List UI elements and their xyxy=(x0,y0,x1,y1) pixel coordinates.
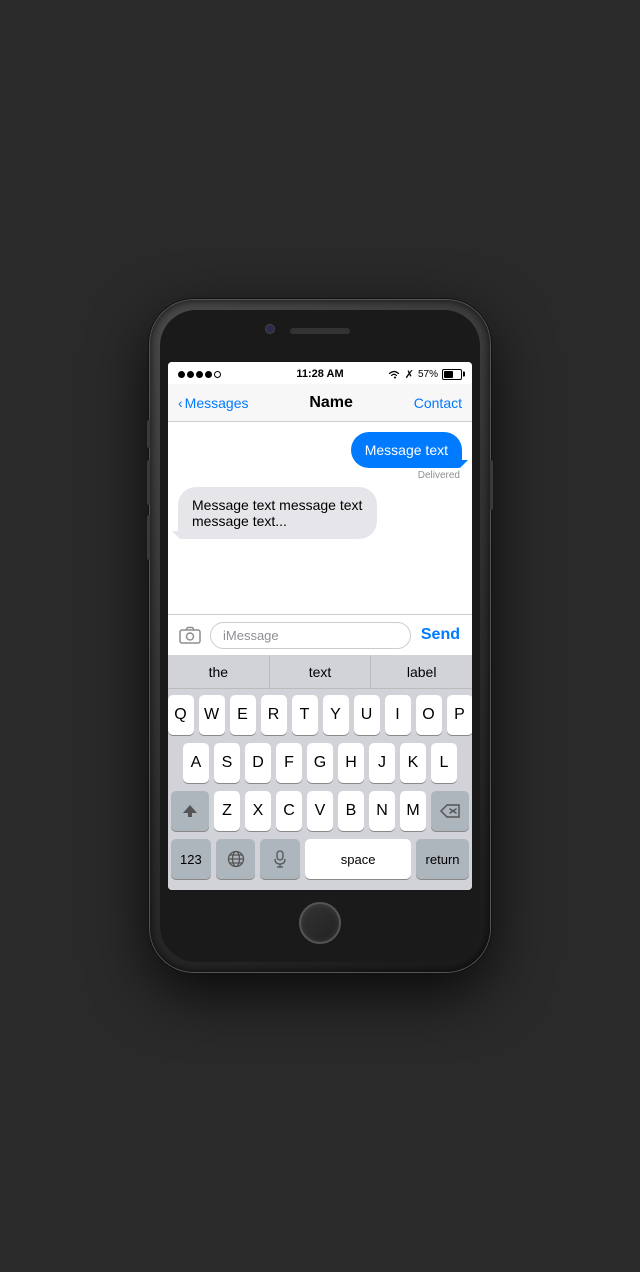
signal-dot-5 xyxy=(214,371,221,378)
key-row-2: A S D F G H J K L xyxy=(171,743,469,783)
autocomplete-the[interactable]: the xyxy=(168,655,270,688)
autocomplete-text[interactable]: text xyxy=(270,655,372,688)
nav-bar: ‹ Messages Name Contact xyxy=(168,384,472,422)
bluetooth-icon: ✗ xyxy=(405,368,414,381)
status-bar: 11:28 AM ✗ 57% xyxy=(168,362,472,384)
message-received: Message text message text message text..… xyxy=(178,487,377,539)
contact-button[interactable]: Contact xyxy=(414,395,462,411)
earpiece-speaker xyxy=(290,328,350,334)
key-p[interactable]: P xyxy=(447,695,473,735)
received-message-text: Message text message text message text..… xyxy=(192,497,362,529)
signal-dot-2 xyxy=(187,371,194,378)
space-key[interactable]: space xyxy=(305,839,411,879)
key-b[interactable]: B xyxy=(338,791,364,831)
back-button[interactable]: ‹ Messages xyxy=(178,395,248,411)
camera-button[interactable] xyxy=(176,621,204,649)
battery-icon xyxy=(442,369,462,380)
key-k[interactable]: K xyxy=(400,743,426,783)
message-sent: Message text Delivered xyxy=(351,432,462,481)
key-w[interactable]: W xyxy=(199,695,225,735)
back-label: Messages xyxy=(185,395,249,411)
key-q[interactable]: Q xyxy=(168,695,194,735)
home-button[interactable] xyxy=(299,902,341,944)
received-bubble: Message text message text message text..… xyxy=(178,487,377,539)
screen: 11:28 AM ✗ 57% xyxy=(168,362,472,890)
messages-area: Message text Delivered Message text mess… xyxy=(168,422,472,614)
key-d[interactable]: D xyxy=(245,743,271,783)
signal-dot-4 xyxy=(205,371,212,378)
status-time: 11:28 AM xyxy=(296,368,343,380)
key-row-1: Q W E R T Y U I O P xyxy=(171,695,469,735)
key-l[interactable]: L xyxy=(431,743,457,783)
key-u[interactable]: U xyxy=(354,695,380,735)
volume-up-button[interactable] xyxy=(147,460,150,505)
key-x[interactable]: X xyxy=(245,791,271,831)
power-button[interactable] xyxy=(490,460,493,510)
signal-dot-3 xyxy=(196,371,203,378)
signal-indicators xyxy=(178,371,221,378)
mic-key[interactable] xyxy=(260,839,300,879)
received-bubble-tail xyxy=(172,531,180,539)
globe-icon xyxy=(227,850,245,868)
key-z[interactable]: Z xyxy=(214,791,240,831)
sent-bubble: Message text xyxy=(351,432,462,468)
phone-device: 11:28 AM ✗ 57% xyxy=(150,300,490,972)
message-input[interactable]: iMessage xyxy=(210,622,411,649)
return-key[interactable]: return xyxy=(416,839,469,879)
key-row-4: 123 xyxy=(171,839,469,879)
input-area: iMessage Send xyxy=(168,614,472,655)
key-m[interactable]: M xyxy=(400,791,426,831)
battery-percent: 57% xyxy=(418,369,438,380)
status-right: ✗ 57% xyxy=(387,368,462,381)
battery-fill xyxy=(444,371,453,378)
shift-key[interactable] xyxy=(171,791,209,831)
autocomplete-label[interactable]: label xyxy=(371,655,472,688)
sent-message-text: Message text xyxy=(365,442,448,458)
keys-area: Q W E R T Y U I O P A S xyxy=(168,689,472,890)
key-a[interactable]: A xyxy=(183,743,209,783)
nav-title: Name xyxy=(309,394,353,412)
key-t[interactable]: T xyxy=(292,695,318,735)
send-button[interactable]: Send xyxy=(417,626,464,644)
phone-inner: 11:28 AM ✗ 57% xyxy=(160,310,480,962)
key-c[interactable]: C xyxy=(276,791,302,831)
shift-icon xyxy=(182,803,198,819)
key-r[interactable]: R xyxy=(261,695,287,735)
sent-bubble-tail xyxy=(460,460,468,468)
key-v[interactable]: V xyxy=(307,791,333,831)
key-g[interactable]: G xyxy=(307,743,333,783)
key-row-3: Z X C V B N M xyxy=(171,791,469,831)
key-e[interactable]: E xyxy=(230,695,256,735)
wifi-icon xyxy=(387,369,401,380)
key-i[interactable]: I xyxy=(385,695,411,735)
mute-switch[interactable] xyxy=(147,420,150,448)
signal-dot-1 xyxy=(178,371,185,378)
key-h[interactable]: H xyxy=(338,743,364,783)
key-s[interactable]: S xyxy=(214,743,240,783)
input-placeholder: iMessage xyxy=(223,628,279,643)
numbers-key[interactable]: 123 xyxy=(171,839,211,879)
autocomplete-bar: the text label xyxy=(168,655,472,689)
camera-icon xyxy=(179,626,201,644)
delivered-status: Delivered xyxy=(418,470,460,481)
front-camera xyxy=(265,324,275,334)
key-j[interactable]: J xyxy=(369,743,395,783)
keyboard: the text label Q W E R T Y U I xyxy=(168,655,472,890)
backspace-icon xyxy=(440,804,460,818)
backspace-key[interactable] xyxy=(431,791,469,831)
key-f[interactable]: F xyxy=(276,743,302,783)
key-o[interactable]: O xyxy=(416,695,442,735)
key-y[interactable]: Y xyxy=(323,695,349,735)
key-n[interactable]: N xyxy=(369,791,395,831)
mic-icon xyxy=(273,850,287,868)
back-chevron-icon: ‹ xyxy=(178,395,183,411)
globe-key[interactable] xyxy=(216,839,256,879)
volume-down-button[interactable] xyxy=(147,515,150,560)
